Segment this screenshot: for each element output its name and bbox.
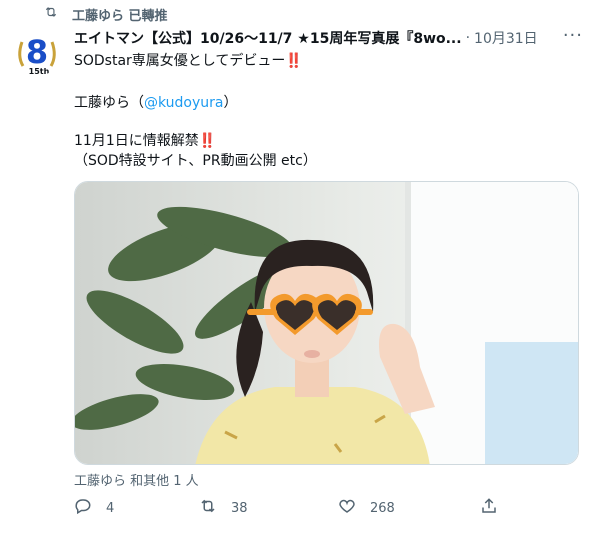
tweet-actions: 4 38 268 [74, 497, 579, 521]
tweet-text: SODstar専属女優としてデビュー [74, 53, 286, 69]
avatar-sub-label: 15th [29, 67, 50, 76]
tagged-users-link[interactable]: 工藤ゆら 和其他 1 人 [74, 470, 199, 489]
heart-icon [338, 497, 356, 519]
more-options-icon[interactable]: ··· [563, 27, 583, 45]
retweet-icon [44, 5, 58, 23]
separator-dot: · [465, 30, 471, 46]
retweet-count: 38 [231, 500, 248, 516]
tweet-line-4: （SOD特設サイト、PR動画公開 etc） [74, 153, 317, 169]
share-button[interactable] [480, 497, 498, 519]
reply-icon [74, 497, 92, 519]
laurel-left-icon [18, 41, 25, 67]
laurel-right-icon [49, 41, 56, 67]
like-count: 268 [370, 500, 395, 516]
mention-link[interactable]: @kudoyura [144, 95, 224, 111]
reply-count: 4 [106, 500, 115, 516]
tweet-text: ） [223, 95, 238, 111]
author-name[interactable]: エイトマン【公式】10/26〜11/7 ★15周年写真展『8wo... [74, 28, 462, 48]
tweet-line-2: 工藤ゆら（@kudoyura） [74, 92, 238, 112]
share-icon [480, 497, 498, 519]
tweet-text: 工藤ゆら（ [74, 95, 144, 111]
like-button[interactable]: 268 [338, 497, 395, 519]
double-exclamation-icon: ‼️ [285, 53, 303, 69]
retweet-icon [199, 497, 217, 519]
tweet-photo[interactable] [74, 181, 579, 465]
avatar[interactable]: 8 15th [13, 28, 61, 76]
reply-button[interactable]: 4 [74, 497, 114, 519]
retweet-row[interactable]: 工藤ゆら 已轉推 [44, 4, 168, 24]
tweet-header: エイトマン【公式】10/26〜11/7 ★15周年写真展『8wo... · 10… [74, 27, 583, 49]
retweet-button[interactable]: 38 [199, 497, 248, 519]
double-exclamation-icon: ‼️ [198, 133, 217, 149]
avatar-logo: 8 [26, 33, 48, 71]
tweet-text: 11月1日に情報解禁 [74, 133, 199, 149]
tweet-date[interactable]: 10月31日 [474, 28, 538, 48]
tweet-line-3: 11月1日に情報解禁‼️ [74, 130, 216, 150]
tweet-line-1: SODstar専属女優としてデビュー‼️ [74, 50, 303, 70]
retweeted-by-label: 工藤ゆら 已轉推 [72, 8, 168, 24]
